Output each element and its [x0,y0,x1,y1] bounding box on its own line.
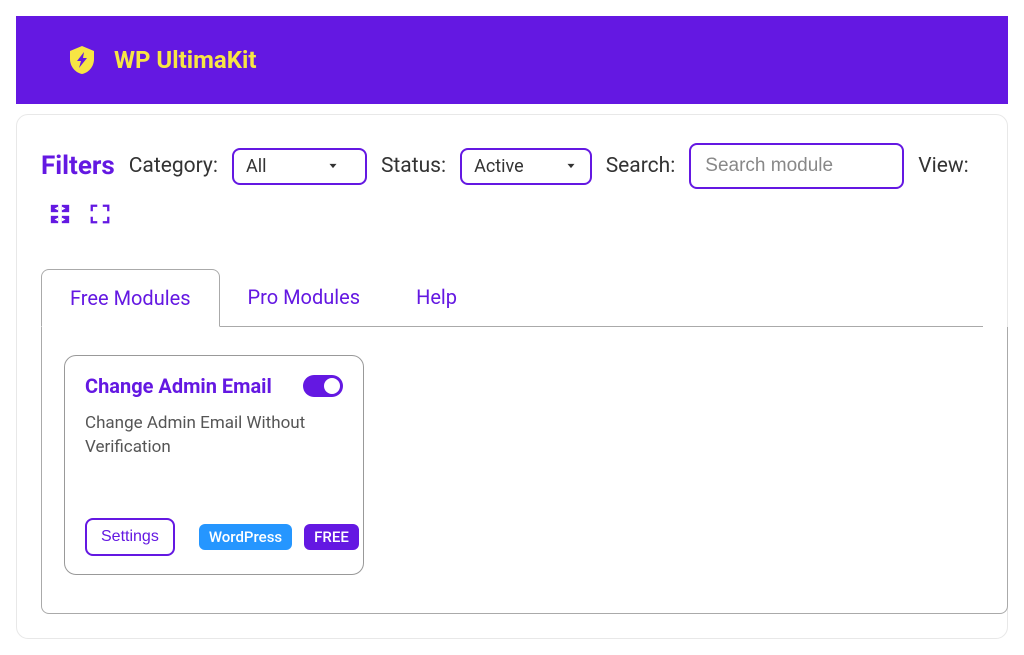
status-select[interactable]: Active [460,148,592,185]
module-toggle[interactable] [303,375,343,397]
search-label: Search: [606,154,676,178]
badge-free: FREE [304,524,359,550]
chevron-down-icon [564,159,578,173]
tab-pro-modules[interactable]: Pro Modules [220,269,389,326]
category-select[interactable]: All [232,148,367,185]
settings-button[interactable]: Settings [85,518,175,556]
main-panel: Filters Category: All Status: Active Sea… [16,114,1008,639]
status-label: Status: [381,154,446,178]
category-label: Category: [129,154,218,178]
brand-logo-icon [66,44,98,76]
view-label: View: [918,154,968,178]
tab-free-modules[interactable]: Free Modules [41,269,220,327]
modules-content: Change Admin Email Change Admin Email Wi… [41,327,1008,614]
tabs: Free Modules Pro Modules Help [41,269,983,327]
filters-row: Filters Category: All Status: Active Sea… [41,143,983,225]
expand-view-icon[interactable] [89,203,111,225]
module-description: Change Admin Email Without Verification [85,412,343,460]
compact-view-icon[interactable] [49,203,71,225]
badge-wordpress: WordPress [199,524,292,550]
chevron-down-icon [326,159,340,173]
filters-title: Filters [41,151,115,181]
app-header: WP UltimaKit [16,16,1008,104]
module-title: Change Admin Email [85,374,272,398]
module-card: Change Admin Email Change Admin Email Wi… [64,355,364,575]
search-input[interactable] [689,143,904,189]
module-footer: Settings WordPress FREE [85,518,343,556]
tab-help[interactable]: Help [388,269,485,326]
brand-name: WP UltimaKit [114,46,256,74]
view-icons [49,203,111,225]
module-head: Change Admin Email [85,374,343,398]
category-value: All [246,156,267,177]
status-value: Active [474,156,524,177]
